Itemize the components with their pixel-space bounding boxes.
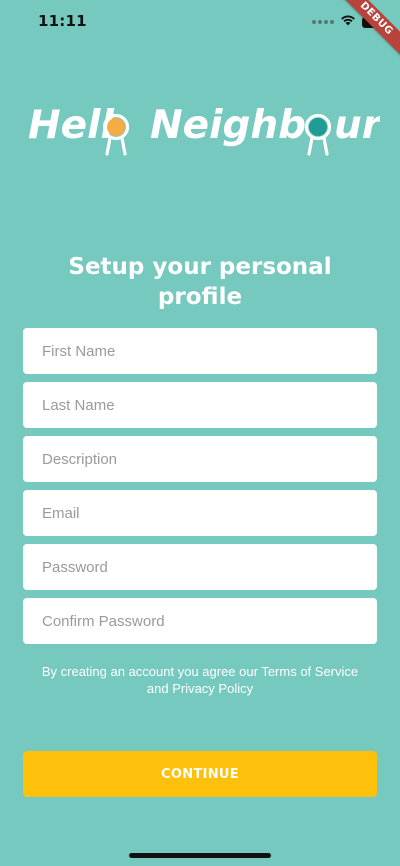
svg-text:ur: ur	[334, 103, 380, 148]
status-time: 11:11	[38, 12, 87, 30]
app-logo: Hell Neighb ur	[28, 98, 380, 168]
terms-text: By creating an account you agree our Ter…	[41, 664, 359, 696]
wifi-icon	[340, 13, 356, 31]
svg-text:Hell: Hell	[28, 103, 114, 148]
email-input[interactable]	[23, 490, 377, 536]
status-bar: 11:11 DEBUG	[0, 0, 400, 61]
page-title: Setup your personal profile	[68, 254, 332, 310]
password-input[interactable]	[23, 544, 377, 590]
confirm-password-input[interactable]	[23, 598, 377, 644]
home-indicator	[129, 853, 271, 858]
continue-button[interactable]: CONTINUE	[23, 751, 377, 797]
profile-form	[23, 328, 377, 652]
svg-text:Neighb: Neighb	[150, 103, 306, 148]
description-input[interactable]	[23, 436, 377, 482]
first-name-input[interactable]	[23, 328, 377, 374]
last-name-input[interactable]	[23, 382, 377, 428]
signal-dots-icon	[312, 20, 334, 24]
